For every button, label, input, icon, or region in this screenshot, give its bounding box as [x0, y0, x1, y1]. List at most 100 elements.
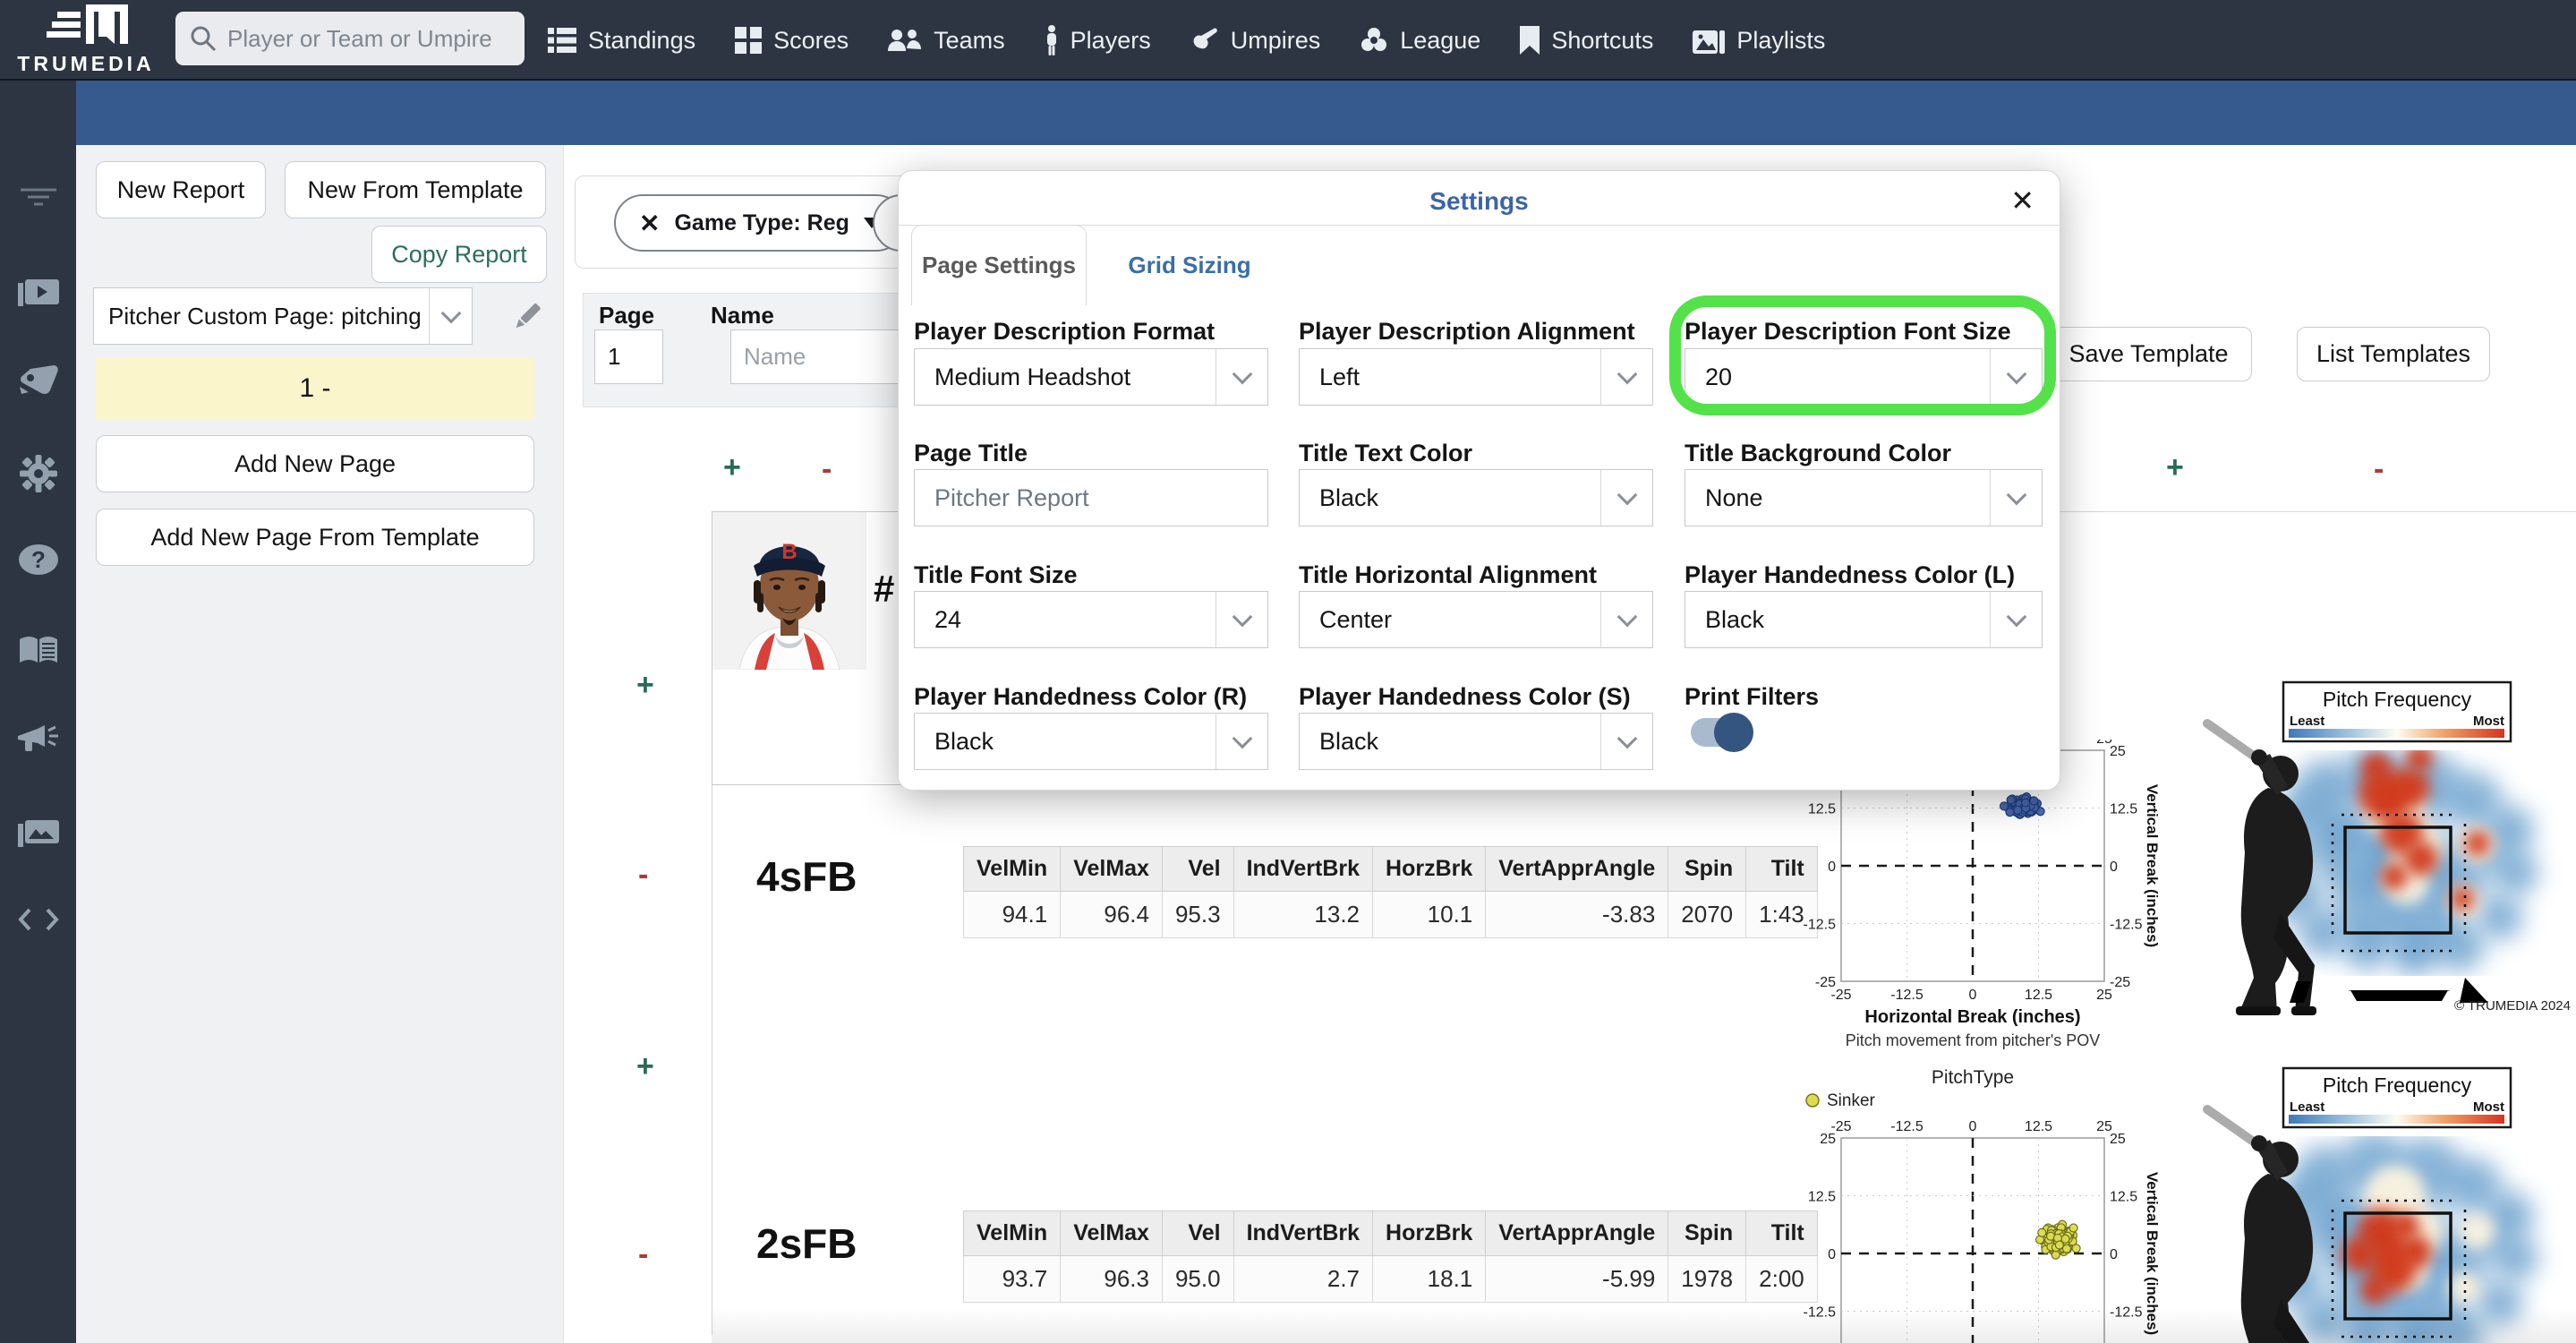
add-column-button[interactable]: +: [2166, 452, 2184, 483]
add-new-page-button[interactable]: Add New Page: [96, 435, 534, 492]
svg-text:PitchType: PitchType: [1932, 1067, 2014, 1088]
select-player-description-format[interactable]: Medium Headshot: [914, 348, 1268, 406]
nav-item-league[interactable]: League: [1360, 26, 1480, 55]
column-header: IndVertBrk: [1233, 1210, 1374, 1256]
svg-text:25: 25: [2110, 744, 2126, 759]
select-player-handedness-color-l-[interactable]: Black: [1685, 591, 2043, 648]
nav-item-standings[interactable]: Standings: [548, 27, 695, 55]
new-report-button[interactable]: New Report: [96, 161, 266, 218]
pitch-frequency-heatmap: Pitch Frequency Least Most © TRUMEDIA 2024: [2203, 680, 2571, 1015]
help-icon[interactable]: ?: [18, 544, 58, 579]
select-title-horizontal-alignment[interactable]: Center: [1299, 591, 1653, 648]
add-row-button[interactable]: +: [636, 1051, 654, 1082]
svg-text:0: 0: [1828, 1247, 1836, 1262]
nav-item-label: Teams: [934, 26, 1005, 54]
heatmap-title: Pitch Frequency: [2323, 688, 2472, 711]
select-value: Center: [1319, 605, 1393, 633]
stat-cell: 95.0: [1161, 1255, 1234, 1303]
video-playlist-icon[interactable]: [17, 276, 59, 312]
code-icon[interactable]: [17, 908, 60, 936]
edit-pencil-icon[interactable]: [510, 299, 544, 333]
list-templates-button[interactable]: List Templates: [2297, 327, 2490, 381]
remove-row-button[interactable]: -: [638, 860, 648, 890]
add-column-button[interactable]: +: [723, 452, 741, 483]
search-input[interactable]: Player or Team or Umpire: [175, 12, 525, 65]
chevron-down-icon: [1600, 349, 1652, 405]
nav-item-teams[interactable]: Teams: [888, 27, 1005, 55]
select-value: Medium Headshot: [934, 363, 1131, 390]
playlists-icon: [1693, 27, 1726, 54]
filter-icon[interactable]: [19, 186, 58, 212]
svg-text:12.5: 12.5: [2110, 802, 2137, 817]
report-select[interactable]: Pitcher Custom Page: pitching -...: [93, 287, 473, 345]
svg-text:Least: Least: [2290, 1099, 2324, 1115]
image-stack-icon[interactable]: [17, 815, 59, 851]
field-label: Page Title: [914, 440, 1028, 466]
save-template-button[interactable]: Save Template: [2045, 327, 2252, 381]
select-value: 20: [1705, 363, 1733, 390]
svg-text:0: 0: [1969, 988, 1977, 1003]
svg-text:12.5: 12.5: [2110, 1190, 2137, 1205]
chevron-down-icon: [1990, 349, 2042, 405]
book-icon[interactable]: [18, 636, 59, 671]
new-from-template-button[interactable]: New From Template: [285, 161, 546, 218]
name-label: Name: [711, 302, 774, 329]
gear-icon[interactable]: [19, 455, 57, 497]
page-title-input[interactable]: [914, 469, 1268, 526]
select-value: Left: [1319, 363, 1361, 390]
pitch-stats-table: VelMin VelMax Vel IndVertBrk HorzBrk VertAppr…: [962, 1210, 1818, 1303]
chevron-down-icon: [1990, 592, 2042, 647]
remove-column-button[interactable]: -: [822, 454, 832, 484]
modal-title: Settings: [1429, 187, 1529, 215]
remove-filter-icon[interactable]: ✕: [639, 209, 660, 238]
add-new-page-from-template-button[interactable]: Add New Page From Template: [96, 509, 534, 566]
select-title-background-color[interactable]: None: [1685, 469, 2043, 526]
svg-text:-12.5: -12.5: [2110, 918, 2143, 933]
remove-row-button[interactable]: -: [638, 1239, 648, 1270]
column-header: VelMax: [1060, 1210, 1163, 1256]
table-row: 93.7 96.3 95.0 2.7 18.1 -5.99 1978 2:00: [962, 1255, 1818, 1303]
brand-name: TRUMEDIA: [17, 52, 155, 75]
tab-grid-sizing[interactable]: Grid Sizing: [1113, 225, 1266, 305]
select-title-text-color[interactable]: Black: [1299, 469, 1653, 526]
tab-page-settings[interactable]: Page Settings: [911, 225, 1087, 305]
remove-column-button[interactable]: -: [2374, 454, 2384, 484]
pitch-type-label: 2sFB: [756, 1220, 857, 1267]
heatmap-title: Pitch Frequency: [2323, 1074, 2472, 1097]
nav-item-label: Scores: [773, 26, 849, 54]
nav-item-shortcuts[interactable]: Shortcuts: [1520, 26, 1653, 55]
filter-chip-game-type[interactable]: ✕ Game Type: Reg: [614, 194, 905, 252]
field-label: Title Horizontal Alignment: [1299, 561, 1598, 588]
select-player-description-alignment[interactable]: Left: [1299, 348, 1653, 406]
nav-item-players[interactable]: Players: [1045, 25, 1151, 56]
svg-text:?: ?: [31, 546, 46, 573]
nav-item-playlists[interactable]: Playlists: [1693, 27, 1825, 55]
umpires-icon: [1190, 27, 1219, 54]
column-header: HorzBrk: [1372, 1210, 1487, 1256]
nav-item-scores[interactable]: Scores: [735, 27, 849, 55]
field-label: Print Filters: [1685, 683, 1820, 710]
add-row-button[interactable]: +: [636, 670, 654, 700]
nav-item-umpires[interactable]: Umpires: [1190, 27, 1320, 55]
column-header: VertApprAngle: [1485, 1210, 1669, 1256]
chevron-down-icon: [429, 288, 472, 344]
close-icon[interactable]: ✕: [2010, 184, 2034, 218]
megaphone-icon[interactable]: [17, 725, 59, 758]
svg-text:Pitch movement from pitcher's: Pitch movement from pitcher's POV: [1846, 1031, 2101, 1049]
field-label: Player Handedness Color (L): [1685, 561, 2016, 588]
select-title-font-size[interactable]: 24: [914, 591, 1268, 648]
column-header: HorzBrk: [1372, 846, 1487, 892]
select-player-handedness-color-r-[interactable]: Black: [914, 713, 1268, 770]
page-number-input[interactable]: [594, 329, 663, 384]
select-player-handedness-color-s-[interactable]: Black: [1299, 713, 1653, 770]
chevron-down-icon: [1215, 714, 1267, 769]
print-filters-toggle[interactable]: [1691, 713, 1753, 752]
select-player-description-font-size[interactable]: 20: [1685, 348, 2043, 406]
whistle-tag-icon[interactable]: [18, 365, 59, 402]
field-label: Title Font Size: [914, 561, 1078, 588]
page-list-item[interactable]: 1 -: [96, 358, 534, 419]
trumedia-logo[interactable]: TRUMEDIA: [0, 0, 170, 80]
copy-report-button[interactable]: Copy Report: [371, 226, 547, 283]
svg-text:25: 25: [1820, 1132, 1836, 1147]
scroll-shadow: [712, 1307, 2576, 1343]
